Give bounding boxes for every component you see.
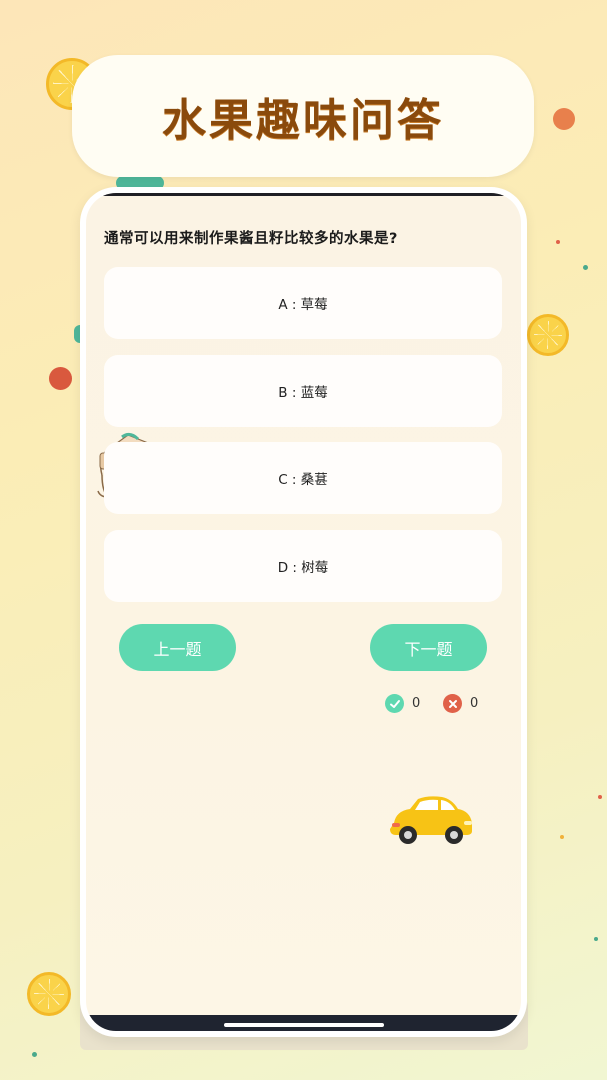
decor-dot [32, 1052, 37, 1057]
home-indicator[interactable] [224, 1023, 384, 1027]
option-d-label: D : 树莓 [277, 560, 329, 576]
lemon-slice-icon [527, 314, 569, 356]
option-a-label: A : 草莓 [278, 297, 328, 313]
next-question-button[interactable]: 下一题 [370, 624, 487, 671]
cross-circle-icon [443, 694, 462, 713]
check-circle-icon [385, 694, 404, 713]
wrong-score: 0 [443, 694, 478, 713]
option-b[interactable]: B : 蓝莓 [104, 355, 502, 427]
prev-question-button[interactable]: 上一题 [119, 624, 236, 671]
wrong-count: 0 [470, 696, 479, 711]
decor-dot [583, 265, 588, 270]
decor-dot [49, 367, 72, 390]
quiz-screen: 通常可以用来制作果酱且籽比较多的水果是? A : 草莓 B : 蓝莓 C : 桑… [86, 193, 521, 1031]
car-icon [390, 796, 472, 844]
option-c[interactable]: C : 桑葚 [104, 442, 502, 514]
decor-dot [594, 937, 598, 941]
status-bar [86, 193, 521, 196]
question-text: 通常可以用来制作果酱且籽比较多的水果是? [104, 231, 398, 247]
lemon-slice-icon [27, 972, 71, 1016]
phone-frame: 通常可以用来制作果酱且籽比较多的水果是? A : 草莓 B : 蓝莓 C : 桑… [80, 187, 527, 1037]
correct-count: 0 [412, 696, 421, 711]
next-question-label: 下一题 [404, 639, 453, 659]
option-b-label: B : 蓝莓 [278, 385, 328, 401]
correct-score: 0 [385, 694, 420, 713]
option-d[interactable]: D : 树莓 [104, 530, 502, 602]
prev-question-label: 上一题 [153, 639, 202, 659]
decor-dot [560, 835, 564, 839]
page-title: 水果趣味问答 [162, 95, 444, 146]
decor-dot [553, 108, 575, 130]
title-banner: 水果趣味问答 [72, 55, 534, 177]
option-a[interactable]: A : 草莓 [104, 267, 502, 339]
nav-bar [86, 1015, 521, 1031]
decor-dot [598, 795, 602, 799]
decor-dot [556, 240, 560, 244]
option-c-label: C : 桑葚 [278, 472, 328, 488]
